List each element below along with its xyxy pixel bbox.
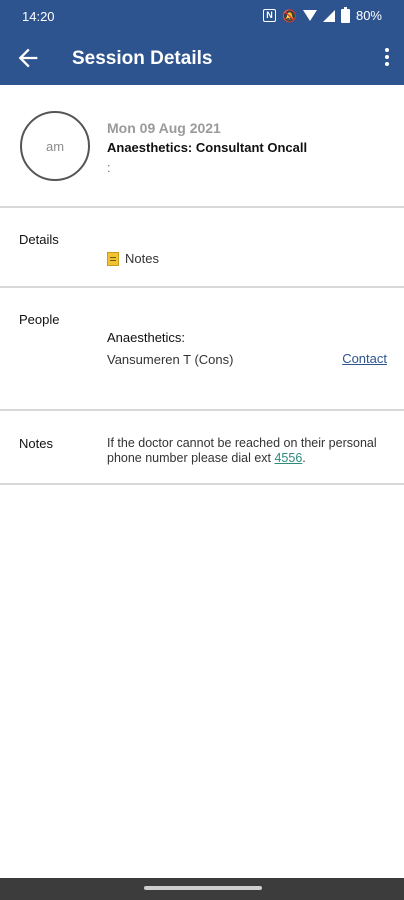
- app-header: 14:20 N 🔕 80% Session Details: [0, 0, 404, 85]
- app-bar: Session Details: [0, 32, 404, 85]
- status-icons: N 🔕 80%: [263, 6, 382, 23]
- divider: [0, 286, 404, 288]
- signal-icon: [322, 9, 335, 22]
- wifi-icon: [302, 10, 317, 21]
- gesture-nav-bar: [0, 878, 404, 900]
- home-gesture-handle[interactable]: [144, 886, 262, 890]
- status-bar: 14:20 N 🔕 80%: [0, 0, 404, 32]
- divider: [0, 409, 404, 411]
- divider: [0, 483, 404, 485]
- nfc-icon: N: [263, 9, 277, 22]
- session-date: Mon 09 Aug 2021: [107, 120, 221, 136]
- avatar-text: am: [45, 138, 65, 154]
- details-label: Details: [19, 232, 59, 247]
- session-name: Anaesthetics: Consultant Oncall: [107, 140, 308, 155]
- ext-link[interactable]: 4556: [274, 451, 302, 465]
- page-title: Session Details: [72, 48, 213, 69]
- status-time: 14:20: [22, 9, 55, 24]
- notes-text: If the doctor cannot be reached on their…: [107, 436, 377, 466]
- session-subtext: :: [107, 160, 111, 175]
- people-label: People: [19, 312, 60, 327]
- avatar: am: [20, 111, 90, 181]
- notes-text-after: .: [302, 451, 306, 465]
- divider: [0, 206, 404, 208]
- arrow-left-icon[interactable]: [14, 44, 42, 72]
- notes-label: Notes: [19, 436, 53, 451]
- battery-percent: 80%: [355, 8, 382, 23]
- person-name: Vansumeren T (Cons): [107, 352, 234, 367]
- people-group: Anaesthetics:: [107, 330, 186, 345]
- document-icon: [107, 251, 119, 266]
- bell-muted-icon: 🔕: [282, 8, 297, 23]
- details-notes-label: Notes: [125, 251, 159, 266]
- contact-link[interactable]: Contact: [342, 351, 387, 366]
- notes-text-before: If the doctor cannot be reached on their…: [107, 436, 377, 465]
- more-vert-icon[interactable]: [382, 45, 392, 71]
- battery-icon: [340, 6, 350, 23]
- details-notes-item[interactable]: Notes: [107, 251, 159, 266]
